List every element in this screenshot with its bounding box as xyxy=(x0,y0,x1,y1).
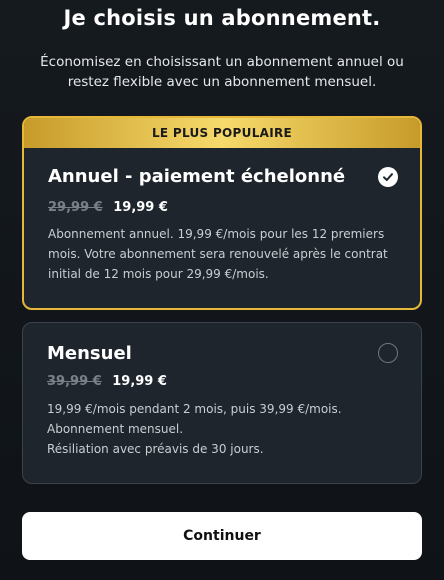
page-title: Je choisis un abonnement. xyxy=(63,6,381,30)
description-line: Abonnement mensuel. xyxy=(47,422,184,436)
page-subtitle: Économisez en choisissant un abonnement … xyxy=(40,54,404,90)
plan-name: Mensuel xyxy=(47,343,132,364)
popular-badge: LE PLUS POPULAIRE xyxy=(24,118,420,148)
price-row: 39,99 € 19,99 € xyxy=(47,374,167,389)
new-price: 19,99 € xyxy=(113,200,168,215)
plan-card-annual[interactable]: LE PLUS POPULAIRE Annuel - paiement éche… xyxy=(22,116,422,310)
new-price: 19,99 € xyxy=(112,374,167,389)
description-line: Résiliation avec préavis de 30 jours. xyxy=(47,442,264,456)
description-line: 19,99 €/mois pendant 2 mois, puis 39,99 … xyxy=(47,402,342,416)
radio-empty-icon[interactable] xyxy=(378,343,398,363)
old-price: 39,99 € xyxy=(47,374,102,389)
plan-name: Annuel - paiement échelonné xyxy=(48,166,346,187)
old-price: 29,99 € xyxy=(48,200,103,215)
subscription-page: Je choisis un abonnement. Économisez en … xyxy=(0,0,444,580)
check-icon xyxy=(383,173,393,181)
price-row: 29,99 € 19,99 € xyxy=(48,200,168,215)
continue-button[interactable]: Continuer xyxy=(22,512,422,560)
selected-radio[interactable] xyxy=(378,167,398,187)
plan-description: 19,99 €/mois pendant 2 mois, puis 39,99 … xyxy=(47,399,399,459)
plan-card-monthly[interactable]: Mensuel 39,99 € 19,99 € 19,99 €/mois pen… xyxy=(22,322,422,484)
plan-description: Abonnement annuel. 19,99 €/mois pour les… xyxy=(48,227,388,281)
